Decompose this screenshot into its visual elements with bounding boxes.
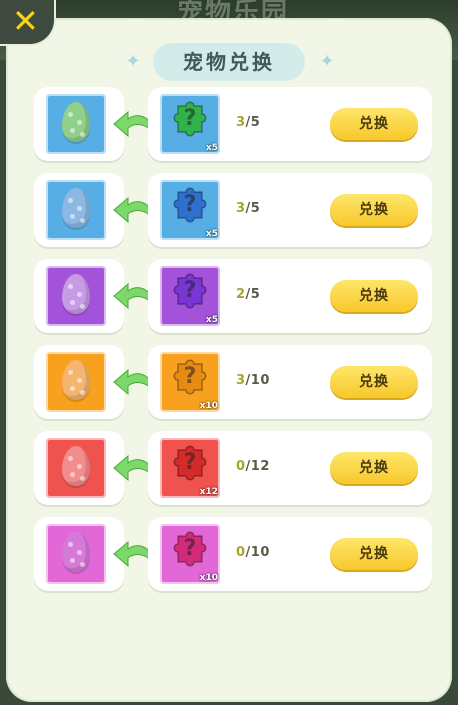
piece-count: 3/5 bbox=[236, 201, 260, 216]
puzzle-cost-card: ? x12 0/12 兑换 bbox=[148, 431, 432, 505]
piece-count-required: /10 bbox=[245, 373, 270, 388]
sparkle-right-icon: ✦ bbox=[319, 51, 335, 72]
exchange-row: ? x5 3/5 兑换 bbox=[34, 173, 432, 247]
egg-reward-frame bbox=[46, 352, 106, 412]
puzzle-cost-card: ? x10 0/10 兑换 bbox=[148, 517, 432, 591]
exchange-button[interactable]: 兑换 bbox=[330, 108, 418, 140]
panel-title: 宠物兑换 bbox=[153, 43, 305, 81]
egg-reward-card[interactable] bbox=[34, 345, 124, 419]
egg-reward-frame bbox=[46, 180, 106, 240]
puzzle-piece-frame[interactable]: ? x10 bbox=[160, 352, 220, 412]
piece-count-required: /10 bbox=[245, 545, 270, 560]
exchange-row: ? x5 3/5 兑换 bbox=[34, 87, 432, 161]
close-button[interactable]: ✕ bbox=[0, 0, 56, 46]
close-x-icon: ✕ bbox=[12, 2, 39, 40]
sparkle-left-icon: ✦ bbox=[125, 51, 141, 72]
pet-egg-icon bbox=[62, 102, 90, 142]
piece-multiplier: x10 bbox=[199, 573, 218, 583]
question-mark-icon: ? bbox=[183, 192, 197, 217]
piece-multiplier: x10 bbox=[199, 401, 218, 411]
exchange-button[interactable]: 兑换 bbox=[330, 452, 418, 484]
piece-multiplier: x5 bbox=[205, 315, 218, 325]
egg-reward-card[interactable] bbox=[34, 259, 124, 333]
puzzle-piece-frame[interactable]: ? x12 bbox=[160, 438, 220, 498]
egg-reward-card[interactable] bbox=[34, 431, 124, 505]
piece-count: 0/10 bbox=[236, 545, 270, 560]
exchange-button[interactable]: 兑换 bbox=[330, 280, 418, 312]
egg-reward-frame bbox=[46, 438, 106, 498]
piece-count-required: /12 bbox=[245, 459, 270, 474]
puzzle-piece-frame[interactable]: ? x5 bbox=[160, 94, 220, 154]
exchange-button[interactable]: 兑换 bbox=[330, 194, 418, 226]
question-mark-icon: ? bbox=[183, 450, 197, 475]
egg-reward-card[interactable] bbox=[34, 517, 124, 591]
piece-multiplier: x5 bbox=[205, 229, 218, 239]
question-mark-icon: ? bbox=[183, 536, 197, 561]
piece-count-owned: 3 bbox=[236, 201, 246, 216]
question-mark-icon: ? bbox=[183, 106, 197, 131]
question-mark-icon: ? bbox=[183, 278, 197, 303]
pet-egg-icon bbox=[62, 532, 90, 572]
puzzle-piece-frame[interactable]: ? x5 bbox=[160, 266, 220, 326]
puzzle-cost-card: ? x5 3/5 兑换 bbox=[148, 173, 432, 247]
piece-count-required: /5 bbox=[245, 115, 261, 130]
egg-reward-frame bbox=[46, 94, 106, 154]
piece-count-owned: 0 bbox=[236, 459, 246, 474]
pet-egg-icon bbox=[62, 360, 90, 400]
question-mark-icon: ? bbox=[183, 364, 197, 389]
piece-count: 0/12 bbox=[236, 459, 270, 474]
egg-reward-frame bbox=[46, 524, 106, 584]
exchange-row: ? x12 0/12 兑换 bbox=[34, 431, 432, 505]
puzzle-piece-frame[interactable]: ? x10 bbox=[160, 524, 220, 584]
exchange-row: ? x10 0/10 兑换 bbox=[34, 517, 432, 591]
pet-egg-icon bbox=[62, 188, 90, 228]
exchange-row: ? x10 3/10 兑换 bbox=[34, 345, 432, 419]
piece-count: 3/5 bbox=[236, 115, 260, 130]
piece-count-owned: 3 bbox=[236, 115, 246, 130]
pet-egg-icon bbox=[62, 274, 90, 314]
exchange-button[interactable]: 兑换 bbox=[330, 538, 418, 570]
puzzle-cost-card: ? x5 2/5 兑换 bbox=[148, 259, 432, 333]
piece-count-owned: 0 bbox=[236, 545, 246, 560]
egg-reward-frame bbox=[46, 266, 106, 326]
piece-count-owned: 2 bbox=[236, 287, 246, 302]
puzzle-piece-frame[interactable]: ? x5 bbox=[160, 180, 220, 240]
exchange-row: ? x5 2/5 兑换 bbox=[34, 259, 432, 333]
piece-multiplier: x5 bbox=[205, 143, 218, 153]
piece-count-owned: 3 bbox=[236, 373, 246, 388]
pet-egg-icon bbox=[62, 446, 90, 486]
exchange-button[interactable]: 兑换 bbox=[330, 366, 418, 398]
piece-count-required: /5 bbox=[245, 201, 261, 216]
piece-multiplier: x12 bbox=[199, 487, 218, 497]
puzzle-cost-card: ? x10 3/10 兑换 bbox=[148, 345, 432, 419]
puzzle-cost-card: ? x5 3/5 兑换 bbox=[148, 87, 432, 161]
egg-reward-card[interactable] bbox=[34, 173, 124, 247]
piece-count-required: /5 bbox=[245, 287, 261, 302]
panel-ear-right bbox=[297, 8, 387, 72]
piece-count: 3/10 bbox=[236, 373, 270, 388]
piece-count: 2/5 bbox=[236, 287, 260, 302]
egg-reward-card[interactable] bbox=[34, 87, 124, 161]
